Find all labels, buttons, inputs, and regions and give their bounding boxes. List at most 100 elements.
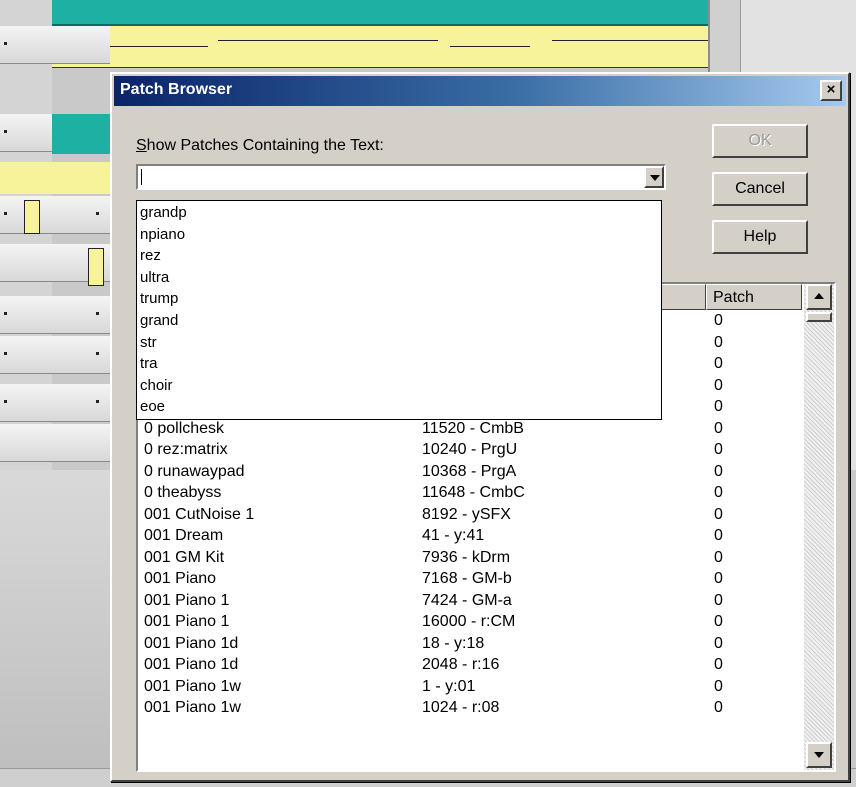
patch-row[interactable]: 001 Dream 41 - y:41 0 — [138, 527, 798, 548]
search-history-dropdown[interactable]: grandp npiano rez ultra trump grand str tra choi… — [136, 200, 662, 420]
close-icon: × — [826, 81, 836, 98]
patch-number: 0 — [714, 656, 723, 673]
track-header[interactable] — [0, 114, 52, 152]
track-header[interactable] — [0, 424, 110, 462]
patch-number: 0 — [714, 398, 723, 415]
scroll-down-button[interactable] — [806, 742, 832, 768]
patch-number: 0 — [714, 613, 723, 630]
dropdown-item[interactable]: ultra — [140, 268, 169, 290]
yellow-clip[interactable] — [24, 200, 40, 234]
patch-bank: 16000 - r:CM — [422, 613, 516, 630]
scroll-thumb[interactable] — [806, 312, 832, 322]
teal-clip-lane[interactable] — [52, 0, 708, 26]
patch-name: 001 Piano 1d — [144, 634, 239, 652]
track-header[interactable] — [0, 196, 110, 234]
patch-row[interactable]: 0 pollchesk 11520 - CmbB 0 — [138, 420, 798, 441]
patch-number: 0 — [714, 527, 723, 544]
track-header[interactable] — [0, 336, 110, 374]
patch-row[interactable]: 001 Piano 1w 1024 - r:08 0 — [138, 699, 798, 720]
patch-row[interactable]: 0 runawaypad 10368 - PrgA 0 — [138, 463, 798, 484]
track-header[interactable] — [0, 384, 110, 422]
text-caret — [141, 169, 142, 185]
patch-row[interactable]: 001 Piano 1d 18 - y:18 0 — [138, 635, 798, 656]
patch-number: 0 — [714, 634, 723, 652]
patch-number: 0 — [714, 376, 723, 394]
automation-line — [552, 40, 708, 41]
yellow-clip-lane[interactable] — [52, 26, 708, 68]
dropdown-item[interactable]: npiano — [140, 225, 185, 247]
automation-line — [218, 40, 438, 41]
patch-bank: 11648 - CmbC — [422, 484, 525, 501]
dropdown-item[interactable]: trump — [140, 289, 178, 311]
bottom-area — [0, 470, 110, 787]
patch-name: 001 Piano 1 — [144, 591, 230, 609]
patch-row[interactable]: 001 Piano 1w 1 - y:01 0 — [138, 678, 798, 699]
patch-number: 0 — [714, 677, 723, 695]
automation-line — [450, 46, 530, 47]
patch-name: 0 pollchesk — [144, 419, 225, 437]
patch-bank: 8192 - ySFX — [422, 505, 511, 523]
yellow-clip[interactable] — [88, 248, 104, 286]
patch-number: 0 — [714, 419, 723, 437]
patch-number: 0 — [714, 312, 723, 329]
patch-name: 001 GM Kit — [144, 548, 225, 566]
patch-bank: 10240 - PrgU — [422, 441, 518, 458]
dropdown-item[interactable]: tra — [140, 354, 158, 376]
arrow-up-icon — [814, 293, 824, 299]
help-button[interactable]: Help — [712, 220, 808, 254]
patch-bank: 10368 - PrgA — [422, 462, 517, 480]
dropdown-item[interactable]: eoe — [140, 397, 165, 419]
patch-bank: 1024 - r:08 — [422, 699, 500, 716]
patch-number: 0 — [714, 462, 723, 480]
column-header-patch[interactable]: Patch — [706, 284, 802, 310]
dialog-title: Patch Browser — [120, 81, 233, 98]
patch-name: 001 CutNoise 1 — [144, 505, 255, 523]
patch-row[interactable]: 001 Piano 1 7424 - GM-a 0 — [138, 592, 798, 613]
track-header[interactable] — [0, 26, 110, 64]
patch-number: 0 — [714, 570, 723, 587]
patch-row[interactable]: 0 rez:matrix 10240 - PrgU 0 — [138, 441, 798, 462]
patch-row[interactable]: 0 theabyss 11648 - CmbC 0 — [138, 484, 798, 505]
patch-row[interactable]: 001 GM Kit 7936 - kDrm 0 — [138, 549, 798, 570]
patch-row[interactable]: 001 Piano 1d 2048 - r:16 0 — [138, 656, 798, 677]
patch-name: 0 rez:matrix — [144, 441, 228, 458]
patch-name: 0 theabyss — [144, 484, 222, 501]
patch-bank: 41 - y:41 — [422, 527, 485, 544]
patch-row[interactable]: 001 Piano 1 16000 - r:CM 0 — [138, 613, 798, 634]
search-combobox[interactable] — [136, 164, 666, 190]
dropdown-item[interactable]: grand — [140, 311, 178, 333]
patch-bank: 1 - y:01 — [422, 677, 476, 695]
dropdown-item[interactable]: grandp — [140, 203, 187, 225]
patch-number: 0 — [714, 699, 723, 716]
patch-bank: 18 - y:18 — [422, 634, 485, 652]
patch-name: 001 Piano 1d — [144, 656, 239, 673]
patch-number: 0 — [714, 484, 723, 501]
patch-name: 001 Piano — [144, 570, 217, 587]
combobox-dropdown-button[interactable] — [644, 166, 664, 188]
yellow-clip[interactable] — [0, 162, 110, 194]
patch-row[interactable]: 001 CutNoise 1 8192 - ySFX 0 — [138, 506, 798, 527]
teal-clip[interactable] — [52, 114, 110, 154]
patch-number: 0 — [714, 591, 723, 609]
scroll-up-button[interactable] — [806, 284, 832, 310]
close-button[interactable]: × — [820, 80, 842, 101]
patch-number: 0 — [714, 505, 723, 523]
dialog-titlebar[interactable]: Patch Browser × — [114, 76, 846, 106]
dropdown-item[interactable]: rez — [140, 246, 161, 268]
dropdown-item[interactable]: choir — [140, 376, 173, 398]
patch-bank: 7936 - kDrm — [422, 548, 511, 566]
patch-name: 001 Piano 1w — [144, 699, 241, 716]
track-header[interactable] — [0, 296, 110, 334]
vertical-scrollbar[interactable] — [804, 284, 834, 770]
patch-bank: 11520 - CmbB — [422, 419, 524, 437]
ok-button[interactable]: OK — [712, 124, 808, 158]
dropdown-item[interactable]: str — [140, 333, 157, 355]
patch-number: 0 — [714, 441, 723, 458]
patch-name: 001 Piano 1w — [144, 677, 241, 695]
patch-browser-dialog: Patch Browser × Show Patches Containing … — [110, 72, 850, 782]
cancel-button[interactable]: Cancel — [712, 172, 808, 206]
search-label: Show Patches Containing the Text: — [136, 137, 384, 154]
patch-name: 001 Dream — [144, 527, 224, 544]
chevron-down-icon — [650, 175, 660, 181]
patch-row[interactable]: 001 Piano 7168 - GM-b 0 — [138, 570, 798, 591]
